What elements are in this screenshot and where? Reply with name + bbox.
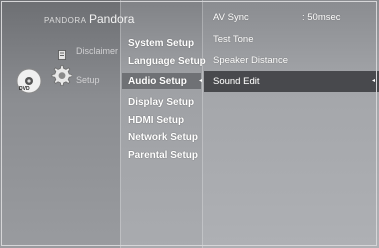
disc-label: DVD [19, 86, 30, 92]
column-divider [120, 0, 121, 248]
pandora-item[interactable]: Pandora [89, 12, 134, 26]
gear-icon [50, 64, 73, 86]
menu-display-setup[interactable]: Display Setup [128, 97, 194, 108]
menu-audio-setup[interactable]: Audio Setup [128, 76, 187, 87]
menu-system-setup[interactable]: System Setup [128, 38, 194, 49]
submenu-test-tone[interactable]: Test Tone [213, 34, 254, 45]
submenu-sound-edit[interactable]: Sound Edit [213, 76, 259, 87]
av-sync-value: : 50msec [302, 12, 341, 23]
menu-language-setup[interactable]: Language Setup [128, 56, 206, 67]
column-divider [202, 0, 203, 248]
pandora-prefix: PANDORA [44, 16, 87, 25]
arrow-right-icon: ◂ [199, 78, 203, 84]
menu-parental-setup[interactable]: Parental Setup [128, 150, 198, 161]
setup-screen: PANDORA Pandora Disclaimer DVD Setup Sys… [0, 0, 379, 248]
disclaimer-item[interactable]: Disclaimer [76, 46, 118, 56]
submenu-av-sync[interactable]: AV Sync [213, 12, 249, 23]
menu-hdmi-setup[interactable]: HDMI Setup [128, 115, 184, 126]
submenu-speaker-distance[interactable]: Speaker Distance [213, 55, 288, 66]
setup-item[interactable]: Setup [76, 75, 100, 85]
menu-network-setup[interactable]: Network Setup [128, 132, 198, 143]
left-panel [0, 0, 120, 248]
disclaimer-icon [58, 47, 66, 60]
submenu-arrow-icon: ◂ [372, 78, 376, 84]
